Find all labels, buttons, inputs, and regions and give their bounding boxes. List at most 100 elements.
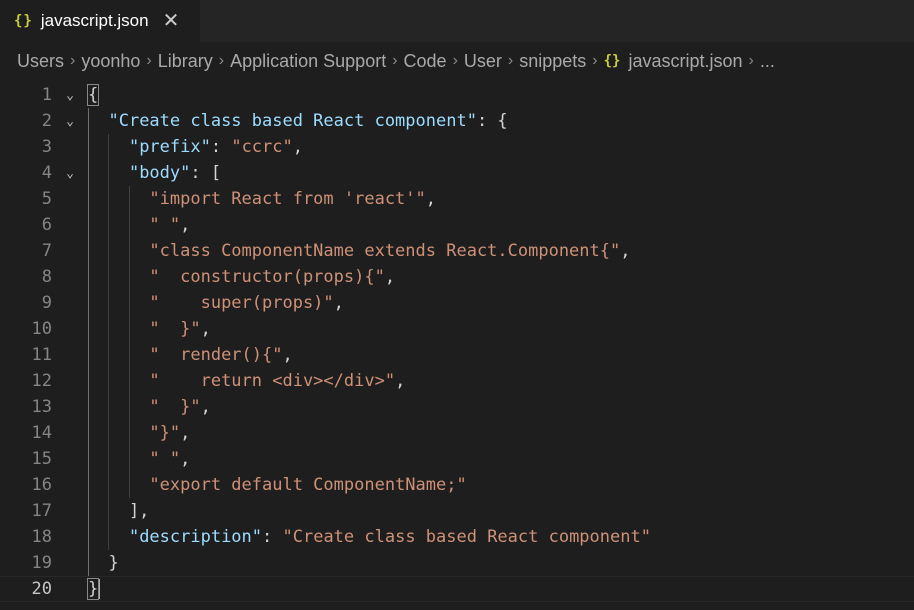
code-line: 5 "import React from 'react'", (0, 186, 914, 212)
code-token: : { (476, 111, 508, 131)
code-token: " return <div></div>" (149, 371, 396, 391)
line-number: 12 (31, 371, 52, 391)
breadcrumb: Users › yoonho › Library › Application Support… (0, 42, 914, 80)
line-number: 11 (31, 345, 52, 365)
code-line: 13 " }", (0, 394, 914, 420)
chevron-down-icon[interactable]: ⌄ (52, 114, 88, 129)
line-number: 4 (41, 163, 52, 183)
code-text: "Create class based React component": { (88, 111, 508, 131)
close-icon[interactable]: ✕ (163, 11, 180, 31)
breadcrumb-item[interactable]: Library (158, 51, 213, 72)
chevron-right-icon: › (218, 52, 225, 69)
breadcrumb-item[interactable]: Application Support (230, 51, 386, 72)
tab-title: javascript.json (40, 11, 149, 30)
code-token: " render(){" (149, 345, 283, 365)
code-token: , (292, 137, 303, 157)
chevron-right-icon: › (70, 52, 76, 69)
code-text: } (88, 553, 118, 573)
code-line: 1 ⌄{ (0, 82, 914, 108)
indent-guide (88, 108, 89, 576)
code-text: "description": "Create class based React… (88, 527, 651, 547)
code-token: , (200, 319, 211, 339)
code-token: "ccrc" (231, 137, 293, 157)
breadcrumb-more[interactable]: ... (760, 51, 775, 72)
code-line: 20} (0, 576, 914, 602)
code-line: 19 } (0, 550, 914, 576)
line-number: 5 (41, 189, 52, 209)
chevron-down-icon[interactable]: ⌄ (52, 88, 88, 103)
breadcrumb-item[interactable]: Code (404, 51, 447, 72)
code-line: 8 " constructor(props){", (0, 264, 914, 290)
code-token: " }" (149, 397, 201, 417)
code-line: 12 " return <div></div>", (0, 368, 914, 394)
code-token: " " (149, 215, 181, 235)
code-token: : [ (190, 163, 222, 183)
code-text: "class ComponentName extends React.Compo… (88, 241, 630, 261)
code-text: " ", (88, 215, 190, 235)
code-line: 10 " }", (0, 316, 914, 342)
code-token: "import React from 'react'" (149, 189, 426, 209)
code-text: "prefix": "ccrc", (88, 137, 303, 157)
code-token: , (425, 189, 437, 209)
indent-guide (128, 186, 130, 498)
code-token: " super(props)" (149, 293, 334, 313)
code-text: " return <div></div>", (88, 371, 405, 391)
code-token: , (282, 345, 293, 365)
breadcrumb-item[interactable]: snippets (519, 51, 586, 72)
line-number: 14 (31, 423, 52, 443)
code-text: " ", (88, 449, 190, 469)
code-line: 2 ⌄ "Create class based React component":… (0, 108, 914, 134)
code-token: "Create class based React component" (282, 527, 651, 547)
line-number: 9 (41, 293, 52, 313)
code-line: 3 "prefix": "ccrc", (0, 134, 914, 160)
breadcrumb-file[interactable]: javascript.json (628, 51, 742, 72)
code-token: "}" (149, 423, 181, 443)
chevron-down-icon[interactable]: ⌄ (52, 166, 88, 181)
code-text: " }", (88, 319, 211, 339)
line-number: 18 (31, 527, 52, 547)
code-text: " super(props)", (88, 293, 343, 313)
code-token: , (200, 397, 211, 417)
code-text: " constructor(props){", (88, 267, 395, 287)
code-token: , (384, 267, 396, 287)
line-number: 3 (41, 137, 52, 157)
code-token: " constructor(props){" (149, 267, 385, 287)
code-line: 17 ], (0, 498, 914, 524)
chevron-right-icon: › (452, 52, 458, 69)
code-text: "}", (88, 423, 190, 443)
tab-javascript-json[interactable]: {} javascript.json ✕ (0, 0, 200, 42)
code-token: , (620, 241, 631, 261)
code-token: "class ComponentName extends React.Compo… (149, 241, 621, 261)
code-token: : (210, 137, 232, 157)
code-text: { (86, 84, 100, 106)
line-number: 8 (41, 267, 52, 287)
breadcrumb-item[interactable]: yoonho (81, 51, 140, 72)
chevron-right-icon: › (748, 52, 754, 69)
code-token: "Create class based React component" (108, 111, 477, 131)
code-line: 16 "export default ComponentName;" (0, 472, 914, 498)
code-token: "description" (128, 527, 263, 547)
code-token: , (180, 423, 191, 443)
json-file-icon: {} (603, 53, 621, 69)
line-number: 13 (31, 397, 52, 417)
chevron-right-icon: › (146, 52, 152, 69)
code-line: 15 " ", (0, 446, 914, 472)
tab-bar: {} javascript.json ✕ (0, 0, 914, 42)
line-number: 6 (41, 215, 52, 235)
breadcrumb-item[interactable]: User (464, 51, 502, 72)
code-token: } (86, 578, 100, 600)
breadcrumb-item[interactable]: Users (17, 51, 64, 72)
code-token: , (395, 371, 406, 391)
code-token: , (180, 449, 191, 469)
line-number: 10 (31, 319, 52, 339)
code-token: "export default ComponentName;" (149, 475, 467, 495)
code-line: 4 ⌄ "body": [ (0, 160, 914, 186)
code-text: "export default ComponentName;" (88, 475, 467, 495)
